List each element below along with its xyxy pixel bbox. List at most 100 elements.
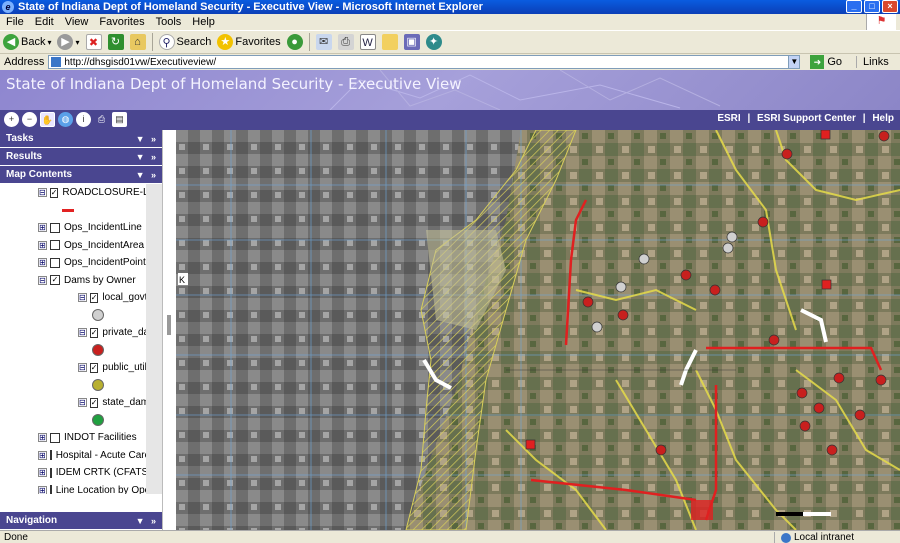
navigation-collapse-icon[interactable]: ▼ »	[136, 516, 158, 526]
tasks-header[interactable]: Tasks ▼ »	[0, 130, 162, 148]
status-bar: Done Local intranet	[0, 530, 900, 543]
tasks-title: Tasks	[6, 133, 34, 144]
tasks-collapse-icon[interactable]: ▼ »	[136, 134, 158, 144]
research-icon[interactable]: ▣	[403, 34, 420, 50]
stop-icon[interactable]: ✖	[85, 34, 102, 50]
menu-help[interactable]: Help	[192, 16, 215, 28]
layer-row[interactable]: ⊞ Ops_IncidentPoint	[0, 254, 146, 272]
layer-row[interactable]: ⊞ INDOT Facilities	[0, 429, 146, 447]
layer-row[interactable]: ⊞ Line Location by Ope	[0, 482, 146, 494]
address-dropdown-icon[interactable]: ▼	[788, 55, 801, 69]
menu-view[interactable]: View	[65, 16, 89, 28]
layer-expand-icon[interactable]: ⊟	[38, 188, 47, 198]
print-map-icon[interactable]: ⎙	[94, 112, 109, 127]
esri-support-link[interactable]: ESRI Support Center	[757, 113, 856, 124]
layer-label: local_govt_da	[102, 292, 146, 304]
layer-row[interactable]: ⊟ ✓ Dams by Owner	[0, 272, 146, 290]
panel-splitter[interactable]	[162, 130, 176, 530]
menu-edit[interactable]: Edit	[35, 16, 54, 28]
layer-expand-icon[interactable]: ⊞	[38, 433, 47, 443]
messenger-icon[interactable]: ✦	[425, 34, 442, 50]
layer-expand-icon[interactable]: ⊞	[38, 223, 47, 233]
layer-checkbox[interactable]	[49, 467, 52, 478]
results-header[interactable]: Results ▼ »	[0, 148, 162, 166]
layer-checkbox[interactable]	[50, 240, 60, 251]
layer-expand-icon[interactable]: ⊞	[38, 468, 47, 478]
layer-checkbox[interactable]: ✓	[89, 292, 99, 303]
layer-expand-icon[interactable]: ⊞	[38, 258, 47, 268]
home-icon[interactable]: ⌂	[129, 34, 146, 50]
esri-link[interactable]: ESRI	[717, 113, 740, 124]
layer-expand-icon[interactable]: ⊟	[78, 293, 87, 303]
mail-icon[interactable]: ✉	[315, 34, 332, 50]
layer-checkbox[interactable]	[50, 257, 60, 268]
intranet-globe-icon	[780, 532, 791, 543]
forward-button[interactable]: ▶ ▾	[57, 34, 80, 50]
back-button[interactable]: ◀ Back ▾	[3, 34, 51, 50]
menu-file[interactable]: File	[6, 16, 24, 28]
splitter-grip[interactable]	[167, 315, 171, 335]
layer-row[interactable]: ⊟✓state_dams	[0, 394, 146, 412]
map-image[interactable]: K	[176, 130, 900, 530]
identify-icon[interactable]: i	[76, 112, 91, 127]
links-button[interactable]: Links	[856, 56, 889, 68]
menu-favorites[interactable]: Favorites	[99, 16, 144, 28]
layer-expand-icon[interactable]: ⊞	[38, 485, 47, 494]
minimize-button[interactable]: _	[846, 0, 862, 13]
edit-word-icon[interactable]: W	[359, 34, 376, 50]
go-button[interactable]: ➜ Go	[810, 55, 842, 69]
map-contents-collapse-icon[interactable]: ▼ »	[136, 170, 158, 180]
results-collapse-icon[interactable]: ▼ »	[136, 152, 158, 162]
forward-arrow-icon: ▶	[57, 34, 74, 50]
layer-expand-icon[interactable]: ⊞	[38, 240, 47, 250]
layer-row[interactable]: ⊟✓local_govt_da	[0, 289, 146, 307]
layer-checkbox[interactable]	[50, 222, 60, 233]
layer-expand-icon[interactable]: ⊟	[78, 363, 87, 373]
layer-row[interactable]: ⊞ Hospital - Acute Care	[0, 447, 146, 465]
layer-row[interactable]: ⊞ Ops_IncidentLine	[0, 219, 146, 237]
map-view[interactable]: K	[176, 130, 900, 530]
map-contents-header[interactable]: Map Contents ▼ »	[0, 166, 162, 184]
layer-checkbox[interactable]: ✓	[89, 397, 99, 408]
zoom-in-icon[interactable]: +	[4, 112, 19, 127]
layer-expand-icon[interactable]: ⊟	[38, 275, 47, 285]
pan-hand-icon[interactable]: ✋	[40, 112, 55, 127]
folder-icon[interactable]	[381, 34, 398, 50]
zoom-out-icon[interactable]: −	[22, 112, 37, 127]
layer-checkbox[interactable]: ✓	[50, 275, 60, 286]
toc-scrollbar[interactable]	[148, 188, 160, 478]
layer-row[interactable]: ⊞ IDEM CRTK (CFATS)	[0, 464, 146, 482]
layer-row[interactable]: ⊟✓private_dams	[0, 324, 146, 342]
menu-tools[interactable]: Tools	[156, 16, 182, 28]
layer-row[interactable]: ⊞ Ops_IncidentArea	[0, 237, 146, 255]
layer-expand-icon[interactable]: ⊞	[38, 450, 47, 460]
layer-expand-icon[interactable]: ⊟	[78, 398, 87, 408]
address-input[interactable]: http://dhsgisd01vw/Executiveview/	[48, 55, 801, 69]
close-button[interactable]: ×	[882, 0, 898, 13]
layer-checkbox[interactable]: ✓	[49, 187, 59, 198]
layer-checkbox[interactable]	[49, 485, 52, 494]
print-icon[interactable]: ⎙	[337, 34, 354, 50]
forward-dropdown-icon[interactable]: ▾	[75, 38, 79, 47]
back-dropdown-icon[interactable]: ▾	[47, 38, 51, 47]
layer-checkbox[interactable]	[50, 432, 60, 443]
point-symbol-icon	[92, 344, 104, 357]
layer-list: ⊟✓ROADCLOSURE-LINE⊞Ops_IncidentLine⊞Ops_…	[0, 184, 162, 494]
media-icon[interactable]: ●	[286, 34, 303, 50]
app-title: State of Indiana Dept of Homeland Securi…	[6, 75, 462, 93]
layer-checkbox[interactable]: ✓	[89, 327, 99, 338]
navigation-header[interactable]: Navigation ▼ »	[0, 512, 162, 530]
favorites-button[interactable]: ★ Favorites	[217, 34, 281, 50]
search-button[interactable]: ⚲ Search	[158, 34, 211, 50]
layer-checkbox[interactable]: ✓	[89, 362, 99, 373]
export-map-icon[interactable]: ▤	[112, 112, 127, 127]
layer-expand-icon[interactable]: ⊟	[78, 328, 87, 338]
help-link[interactable]: Help	[872, 113, 894, 124]
maximize-button[interactable]: □	[864, 0, 880, 13]
refresh-icon[interactable]: ↻	[107, 34, 124, 50]
full-extent-globe-icon[interactable]: ◍	[58, 112, 73, 127]
layer-row[interactable]: ⊟✓public_utility_	[0, 359, 146, 377]
layer-checkbox[interactable]	[49, 450, 52, 461]
layer-row[interactable]: ⊟✓ROADCLOSURE-LINE	[0, 184, 146, 202]
layer-symbol-row	[0, 202, 146, 220]
